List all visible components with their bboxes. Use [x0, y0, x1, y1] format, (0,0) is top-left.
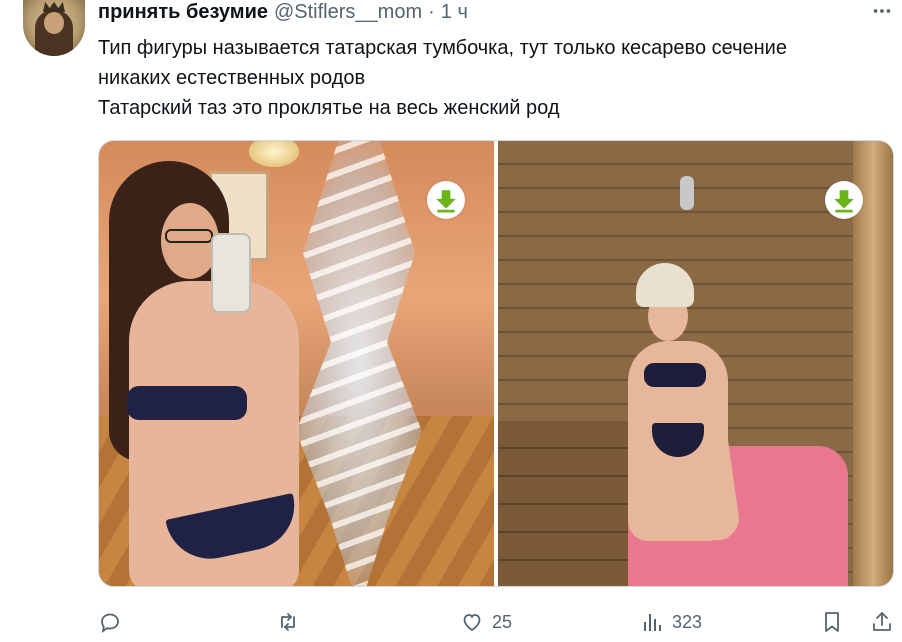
media-photo-sauna[interactable]: [498, 141, 893, 586]
tweet-header: принять безумие @Stiflers__mom · 1 ч: [98, 0, 468, 24]
media-photo-mirror-selfie[interactable]: [99, 141, 494, 586]
photo-person-glasses: [165, 229, 213, 243]
share-button[interactable]: [870, 604, 894, 640]
views-button[interactable]: 323: [640, 604, 702, 640]
download-arrow-icon: [436, 190, 456, 213]
more-options-button[interactable]: [868, 0, 896, 22]
photo-sauna-bench: [498, 421, 628, 586]
download-badge[interactable]: [427, 181, 465, 219]
bookmark-icon: [825, 612, 839, 632]
download-arrow-icon: [834, 190, 854, 213]
tweet-text-line: Татарский таз это проклятье на весь женс…: [98, 97, 560, 119]
like-button[interactable]: 25: [460, 604, 512, 640]
like-count: 25: [492, 611, 513, 632]
share-icon: [873, 612, 891, 631]
heart-icon: [463, 614, 481, 632]
author-display-name[interactable]: принять безумие: [98, 1, 268, 24]
photo-chandelier: [249, 141, 299, 167]
header-separator: ·: [428, 0, 435, 23]
retweet-icon: [281, 613, 295, 631]
photo-phone: [211, 233, 251, 313]
author-avatar[interactable]: [23, 0, 85, 56]
author-handle[interactable]: @Stiflers__mom: [274, 1, 422, 24]
tweet-text-line: Тип фигуры называется татарская тумбочка…: [98, 37, 787, 59]
tweet-text-line: никаких естественных родов: [98, 67, 366, 89]
views-count: 323: [672, 611, 703, 632]
photo-sauna-hat: [636, 263, 694, 307]
photo-swimsuit-top: [127, 386, 247, 420]
reply-button[interactable]: [98, 604, 130, 640]
avatar-face: [44, 12, 64, 34]
views-chart-icon: [644, 614, 661, 631]
retweet-button[interactable]: [276, 604, 308, 640]
more-dots-icon: [873, 9, 891, 13]
avatar-crown: [43, 2, 65, 12]
photo-swimsuit-top: [644, 363, 706, 387]
tweet-action-bar: 25 323: [98, 604, 898, 640]
tweet-media-grid: [98, 140, 894, 587]
tweet-text: Тип фигуры называется татарская тумбочка…: [98, 33, 888, 123]
photo-sauna-lamp: [680, 176, 694, 210]
download-badge[interactable]: [825, 181, 863, 219]
reply-icon: [101, 613, 119, 633]
tweet-timestamp[interactable]: 1 ч: [441, 1, 468, 24]
bookmark-button[interactable]: [820, 604, 844, 640]
